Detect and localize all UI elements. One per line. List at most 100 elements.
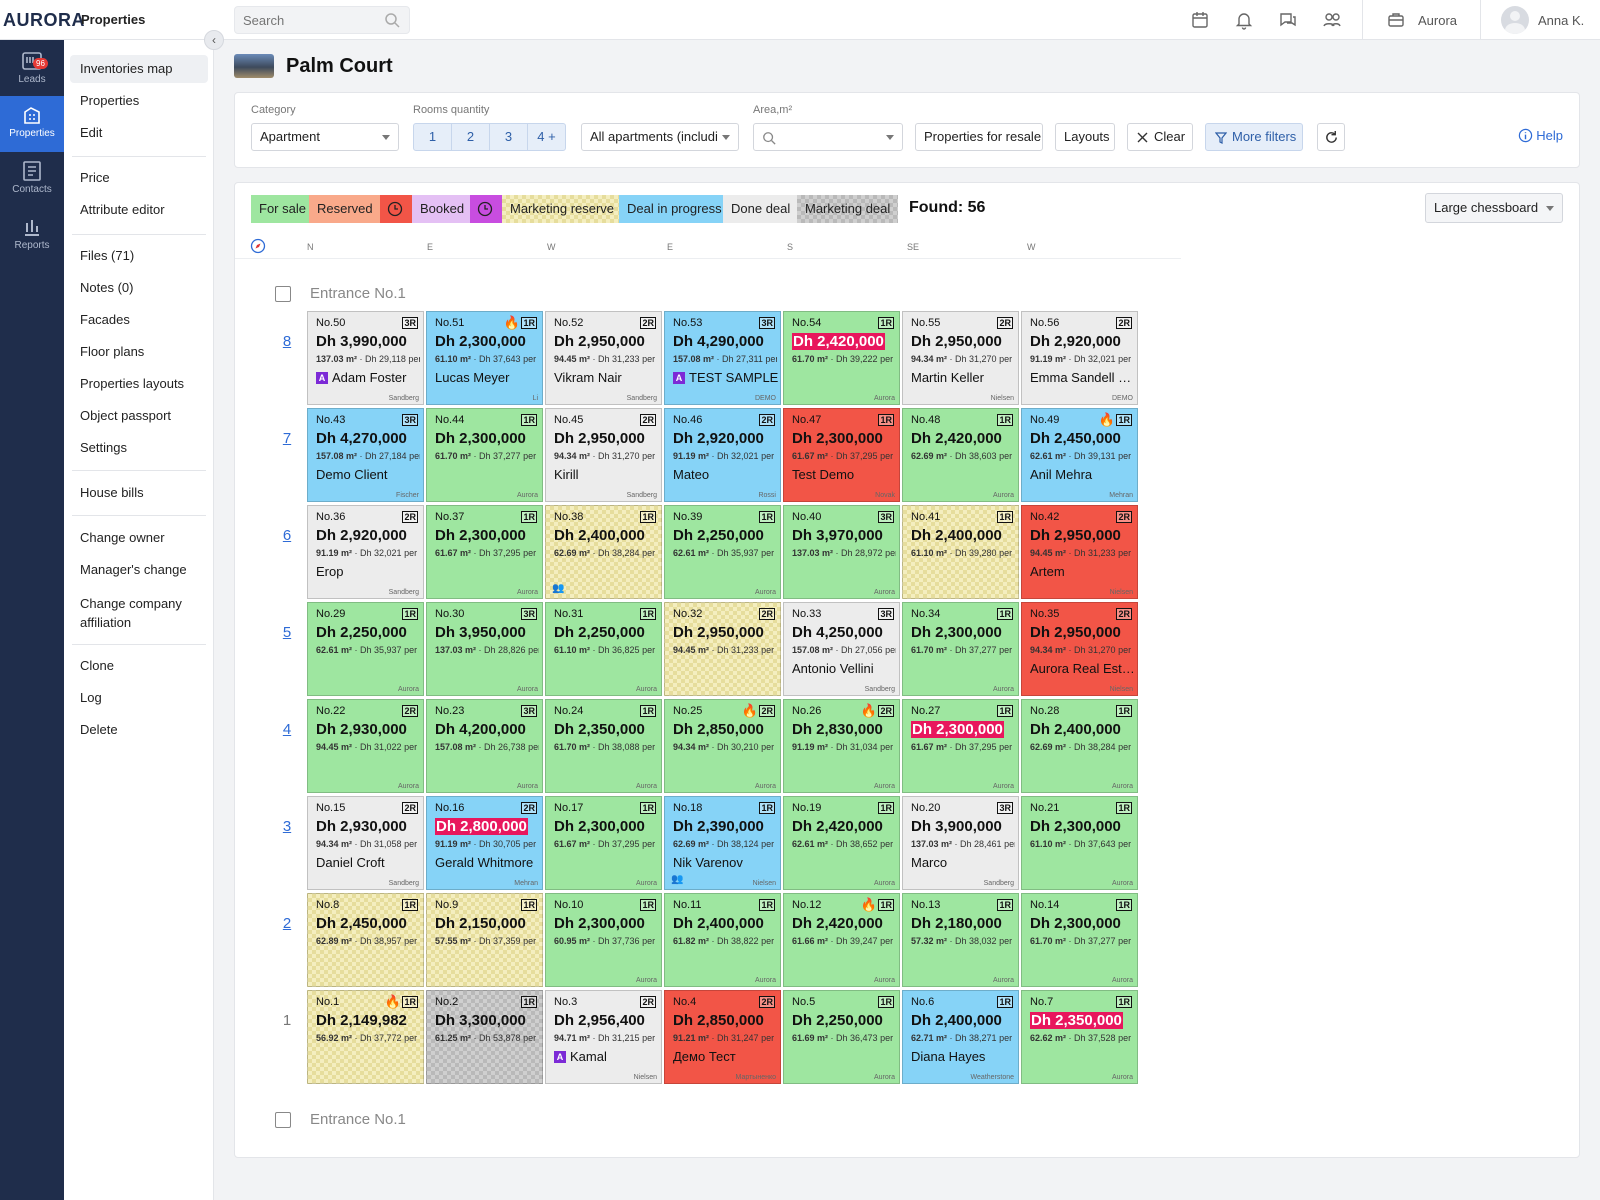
submenu-delete[interactable]: Delete	[80, 722, 204, 738]
apartment-cell[interactable]: No.5 1R Dh 2,250,000 61.69 m² · Dh 36,473 p…	[783, 990, 900, 1084]
apartment-cell[interactable]: No.6 1R Dh 2,400,000 62.71 m² · Dh 38,271 p…	[902, 990, 1019, 1084]
submenu-object-passport[interactable]: Object passport	[80, 408, 204, 424]
submenu-floor-plans[interactable]: Floor plans	[80, 344, 204, 360]
apartment-cell[interactable]: No.52 2R Dh 2,950,000 94.45 m² · Dh 31,233 …	[545, 311, 662, 405]
clear-filters-button[interactable]: Clear	[1127, 123, 1193, 151]
search-icon[interactable]	[384, 12, 400, 28]
apartment-cell[interactable]: No.16 2R Dh 2,800,000 91.19 m² · Dh 30,705 …	[426, 796, 543, 890]
apartment-cell[interactable]: No.7 1R Dh 2,350,000 62.62 m² · Dh 37,528 p…	[1021, 990, 1138, 1084]
apartment-cell[interactable]: No.39 1R Dh 2,250,000 62.61 m² · Dh 35,937 …	[664, 505, 781, 599]
submenu-properties-layouts[interactable]: Properties layouts	[80, 376, 204, 392]
legend-reserved-timer[interactable]	[380, 195, 412, 223]
apartment-cell[interactable]: No.30 3R Dh 3,950,000 137.03 m² · Dh 28,826…	[426, 602, 543, 696]
apartment-cell[interactable]: No.25 🔥 2R Dh 2,850,000 94.34 m² · Dh 30,210…	[664, 699, 781, 793]
legend-done-deal[interactable]: Done deal	[723, 195, 799, 223]
legend-marketing-reserve[interactable]: Marketing reserve	[502, 195, 622, 223]
rooms-4plus-toggle[interactable]: 4 +	[527, 123, 566, 151]
apartment-cell[interactable]: No.2 1R Dh 3,300,000 61.25 m² · Dh 53,878 p…	[426, 990, 543, 1084]
submenu-clone[interactable]: Clone	[80, 658, 204, 674]
calendar-icon[interactable]	[1190, 10, 1210, 30]
legend-marketing-deal[interactable]: Marketing deal	[797, 195, 898, 223]
floor-number-link[interactable]: 6	[277, 527, 297, 544]
legend-for-sale[interactable]: For sale	[251, 195, 314, 223]
apartment-cell[interactable]: No.35 2R Dh 2,950,000 94.34 m² · Dh 31,270 …	[1021, 602, 1138, 696]
submenu-notes[interactable]: Notes (0)	[80, 280, 204, 296]
apartment-cell[interactable]: No.38 1R Dh 2,400,000 62.69 m² · Dh 38,284 …	[545, 505, 662, 599]
nav-leads[interactable]: 96 Leads	[0, 42, 64, 98]
apartment-cell[interactable]: No.14 1R Dh 2,300,000 61.70 m² · Dh 37,277 …	[1021, 893, 1138, 987]
floor-number-link[interactable]: 2	[277, 915, 297, 932]
apartment-cell[interactable]: No.11 1R Dh 2,400,000 61.82 m² · Dh 38,822 …	[664, 893, 781, 987]
user-name[interactable]: Anna K.	[1538, 13, 1584, 28]
apartment-cell[interactable]: No.1 🔥 1R Dh 2,149,982 56.92 m² · Dh 37,772 …	[307, 990, 424, 1084]
submenu-properties[interactable]: Properties	[80, 93, 204, 109]
submenu-house-bills[interactable]: House bills	[80, 485, 204, 501]
rooms-1-toggle[interactable]: 1	[413, 123, 452, 151]
floor-number-link[interactable]: 4	[277, 721, 297, 738]
apartment-cell[interactable]: No.21 1R Dh 2,300,000 61.10 m² · Dh 37,643 …	[1021, 796, 1138, 890]
apartment-cell[interactable]: No.46 2R Dh 2,920,000 91.19 m² · Dh 32,021 …	[664, 408, 781, 502]
floor-number-link[interactable]: 8	[277, 333, 297, 350]
apartment-cell[interactable]: No.24 1R Dh 2,350,000 61.70 m² · Dh 38,088 …	[545, 699, 662, 793]
apartment-cell[interactable]: No.32 2R Dh 2,950,000 94.45 m² · Dh 31,233 …	[664, 602, 781, 696]
layouts-button[interactable]: Layouts	[1055, 123, 1115, 151]
submenu-inventories-map[interactable]: Inventories map	[70, 55, 208, 83]
apartment-cell[interactable]: No.28 1R Dh 2,400,000 62.69 m² · Dh 38,284 …	[1021, 699, 1138, 793]
apartment-cell[interactable]: No.10 1R Dh 2,300,000 60.95 m² · Dh 37,736 …	[545, 893, 662, 987]
submenu-log[interactable]: Log	[80, 690, 204, 706]
bell-icon[interactable]	[1234, 10, 1254, 30]
user-avatar[interactable]	[1501, 6, 1529, 34]
floor-number-link[interactable]: 5	[277, 624, 297, 641]
apartment-cell[interactable]: No.48 1R Dh 2,420,000 62.69 m² · Dh 38,603 …	[902, 408, 1019, 502]
apartment-cell[interactable]: No.9 1R Dh 2,150,000 57.55 m² · Dh 37,359 p…	[426, 893, 543, 987]
apartment-cell[interactable]: No.43 3R Dh 4,270,000 157.08 m² · Dh 27,184…	[307, 408, 424, 502]
submenu-facades[interactable]: Facades	[80, 312, 204, 328]
submenu-change-owner[interactable]: Change owner	[80, 530, 204, 546]
apartment-cell[interactable]: No.23 3R Dh 4,200,000 157.08 m² · Dh 26,738…	[426, 699, 543, 793]
apartment-cell[interactable]: No.18 1R Dh 2,390,000 62.69 m² · Dh 38,124 …	[664, 796, 781, 890]
category-select[interactable]: Apartment	[251, 123, 399, 151]
submenu-files[interactable]: Files (71)	[80, 248, 204, 264]
apartment-cell[interactable]: No.19 1R Dh 2,420,000 62.61 m² · Dh 38,652 …	[783, 796, 900, 890]
apartment-cell[interactable]: No.12 🔥 1R Dh 2,420,000 61.66 m² · Dh 39,247…	[783, 893, 900, 987]
nav-reports[interactable]: Reports	[0, 208, 64, 264]
apartments-select[interactable]: All apartments (includi	[581, 123, 739, 151]
apartment-cell[interactable]: No.33 3R Dh 4,250,000 157.08 m² · Dh 27,056…	[783, 602, 900, 696]
apartment-cell[interactable]: No.31 1R Dh 2,250,000 61.10 m² · Dh 36,825 …	[545, 602, 662, 696]
rooms-2-toggle[interactable]: 2	[451, 123, 490, 151]
submenu-settings[interactable]: Settings	[80, 440, 204, 456]
apartment-cell[interactable]: No.56 2R Dh 2,920,000 91.19 m² · Dh 32,021 …	[1021, 311, 1138, 405]
apartment-cell[interactable]: No.20 3R Dh 3,900,000 137.03 m² · Dh 28,461…	[902, 796, 1019, 890]
nav-contacts[interactable]: Contacts	[0, 152, 64, 208]
floor-number-link[interactable]: 3	[277, 818, 297, 835]
apartment-cell[interactable]: No.13 1R Dh 2,180,000 57.32 m² · Dh 38,032 …	[902, 893, 1019, 987]
legend-deal-in-progress[interactable]: Deal in progress	[619, 195, 730, 223]
legend-booked[interactable]: Booked	[412, 195, 473, 223]
apartment-cell[interactable]: No.42 2R Dh 2,950,000 94.45 m² · Dh 31,233 …	[1021, 505, 1138, 599]
apartment-cell[interactable]: No.8 1R Dh 2,450,000 62.89 m² · Dh 38,957 p…	[307, 893, 424, 987]
submenu-price[interactable]: Price	[80, 170, 204, 186]
view-mode-select[interactable]: Large chessboard	[1425, 193, 1563, 223]
legend-booked-timer[interactable]	[470, 195, 502, 223]
apartment-cell[interactable]: No.22 2R Dh 2,930,000 94.45 m² · Dh 31,022 …	[307, 699, 424, 793]
apartment-cell[interactable]: No.44 1R Dh 2,300,000 61.70 m² · Dh 37,277 …	[426, 408, 543, 502]
apartment-cell[interactable]: No.51 🔥 1R Dh 2,300,000 61.10 m² · Dh 37,643…	[426, 311, 543, 405]
brand-logo[interactable]: AURORA	[3, 10, 85, 31]
submenu-edit[interactable]: Edit	[80, 125, 204, 141]
refresh-button[interactable]	[1317, 123, 1345, 151]
more-filters-button[interactable]: More filters	[1205, 123, 1303, 151]
apartment-cell[interactable]: No.50 3R Dh 3,990,000 137.03 m² · Dh 29,118…	[307, 311, 424, 405]
apartment-cell[interactable]: No.41 1R Dh 2,400,000 61.10 m² · Dh 39,280 …	[902, 505, 1019, 599]
apartment-cell[interactable]: No.29 1R Dh 2,250,000 62.61 m² · Dh 35,937 …	[307, 602, 424, 696]
apartment-cell[interactable]: No.34 1R Dh 2,300,000 61.70 m² · Dh 37,277 …	[902, 602, 1019, 696]
rooms-3-toggle[interactable]: 3	[489, 123, 528, 151]
apartment-cell[interactable]: No.17 1R Dh 2,300,000 61.67 m² · Dh 37,295 …	[545, 796, 662, 890]
apartment-cell[interactable]: No.3 2R Dh 2,956,400 94.71 m² · Dh 31,215 p…	[545, 990, 662, 1084]
users-icon[interactable]	[1322, 10, 1342, 30]
apartment-cell[interactable]: No.54 1R Dh 2,420,000 61.70 m² · Dh 39,222 …	[783, 311, 900, 405]
area-select[interactable]	[753, 123, 903, 151]
apartment-cell[interactable]: No.40 3R Dh 3,970,000 137.03 m² · Dh 28,972…	[783, 505, 900, 599]
apartment-cell[interactable]: No.27 1R Dh 2,300,000 61.67 m² · Dh 37,295 …	[902, 699, 1019, 793]
apartment-cell[interactable]: No.55 2R Dh 2,950,000 94.34 m² · Dh 31,270 …	[902, 311, 1019, 405]
apartment-cell[interactable]: No.53 3R Dh 4,290,000 157.08 m² · Dh 27,311…	[664, 311, 781, 405]
